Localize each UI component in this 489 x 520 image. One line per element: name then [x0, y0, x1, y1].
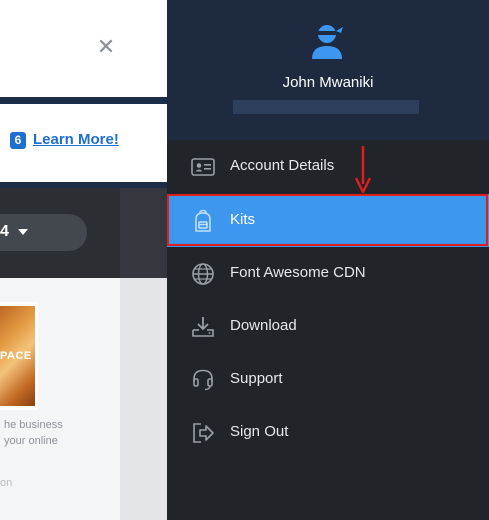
- annotation-highlight-box: [167, 194, 488, 246]
- divider-band: [0, 97, 167, 104]
- version-label: 4: [0, 223, 9, 240]
- version-dropdown[interactable]: 4: [0, 214, 87, 251]
- menu-item-label: Download: [230, 317, 297, 334]
- menu-item-font-awesome-cdn[interactable]: Font Awesome CDN: [167, 247, 489, 300]
- address-card-icon: [191, 158, 215, 176]
- user-name: John Mwaniki: [282, 74, 374, 91]
- download-icon: [192, 317, 214, 337]
- card-description-line: your online: [4, 435, 58, 447]
- globe-icon: [192, 263, 214, 285]
- content-side: [120, 278, 167, 520]
- menu-item-sign-out[interactable]: Sign Out: [167, 406, 489, 459]
- card-description-line: on: [0, 477, 13, 489]
- menu-item-download[interactable]: Download: [167, 300, 489, 353]
- menu-item-label: Account Details: [230, 157, 335, 174]
- menu-item-account-details[interactable]: Account Details: [167, 140, 489, 193]
- sign-out-icon: [193, 423, 214, 443]
- version-badge-icon: 6: [10, 132, 26, 149]
- menu-item-support[interactable]: Support: [167, 353, 489, 406]
- thumbnail-text: PACE: [0, 350, 32, 362]
- menu-item-label: Sign Out: [230, 423, 289, 440]
- account-panel: John Mwaniki Account Details Kits Font A…: [167, 0, 489, 520]
- profile-header: John Mwaniki: [167, 0, 489, 140]
- learn-more-link[interactable]: Learn More!: [33, 131, 119, 148]
- caret-down-icon: [18, 229, 28, 235]
- card-description-line: he business: [4, 419, 63, 431]
- user-email-redacted: [233, 100, 419, 114]
- headset-icon: [193, 369, 213, 391]
- close-icon[interactable]: ✕: [96, 37, 116, 59]
- menu-item-label: Support: [230, 370, 283, 387]
- background-page: ✕ 6 Learn More! 4 PACE he business your …: [0, 0, 167, 520]
- user-ninja-icon: [312, 25, 343, 59]
- modal-header: [0, 0, 167, 97]
- annotation-arrow-icon: [354, 146, 372, 194]
- menu-item-label: Font Awesome CDN: [230, 264, 366, 281]
